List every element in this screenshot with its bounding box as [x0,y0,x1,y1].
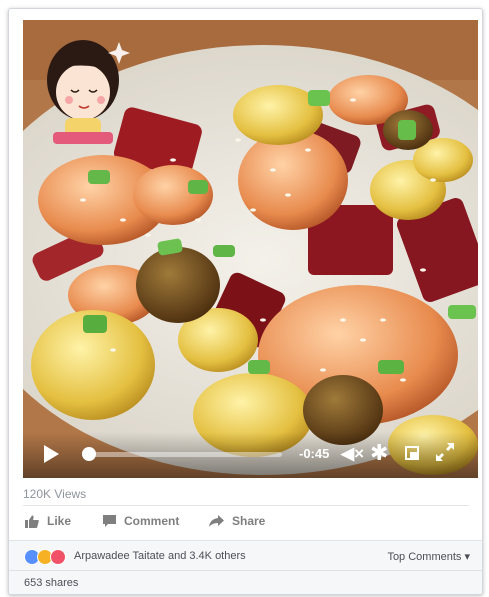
share-icon [209,515,224,527]
video-controls: -0:45 ◀× ✱ [23,432,478,478]
time-remaining: -0:45 [299,446,330,461]
reactions-bar: Arpawadee Taitate and 3.4K others Top Co… [9,540,482,571]
seek-handle[interactable] [82,447,96,461]
like-label: Like [47,514,72,528]
comment-icon [103,515,116,527]
share-count[interactable]: 653 shares [24,577,78,589]
love-icon [50,549,66,565]
top-comments-dropdown[interactable]: Top Comments ▾ [387,550,470,563]
mute-icon[interactable]: ◀× [341,444,364,464]
seek-bar[interactable] [85,452,282,457]
video-thumbnail [23,20,478,478]
divider [23,505,469,506]
reaction-icons[interactable] [24,549,66,565]
view-count: 120K Views [23,487,87,501]
popout-icon[interactable] [405,446,419,460]
thumbs-up-icon [25,515,39,528]
share-label: Share [232,514,266,528]
video-player[interactable]: -0:45 ◀× ✱ [23,20,478,478]
gear-icon[interactable]: ✱ [370,440,388,466]
share-button[interactable]: Share [209,514,265,528]
shares-bar: 653 shares [9,570,482,594]
like-button[interactable]: Like [25,514,71,528]
play-button[interactable] [44,445,59,463]
comment-label: Comment [124,514,180,528]
action-bar: Like Comment Share [23,509,469,539]
video-post-card: -0:45 ◀× ✱ 120K Views Like Comment Share… [8,8,483,595]
fullscreen-icon[interactable] [433,440,457,464]
reaction-summary[interactable]: Arpawadee Taitate and 3.4K others [74,550,246,562]
comment-button[interactable]: Comment [103,514,179,528]
